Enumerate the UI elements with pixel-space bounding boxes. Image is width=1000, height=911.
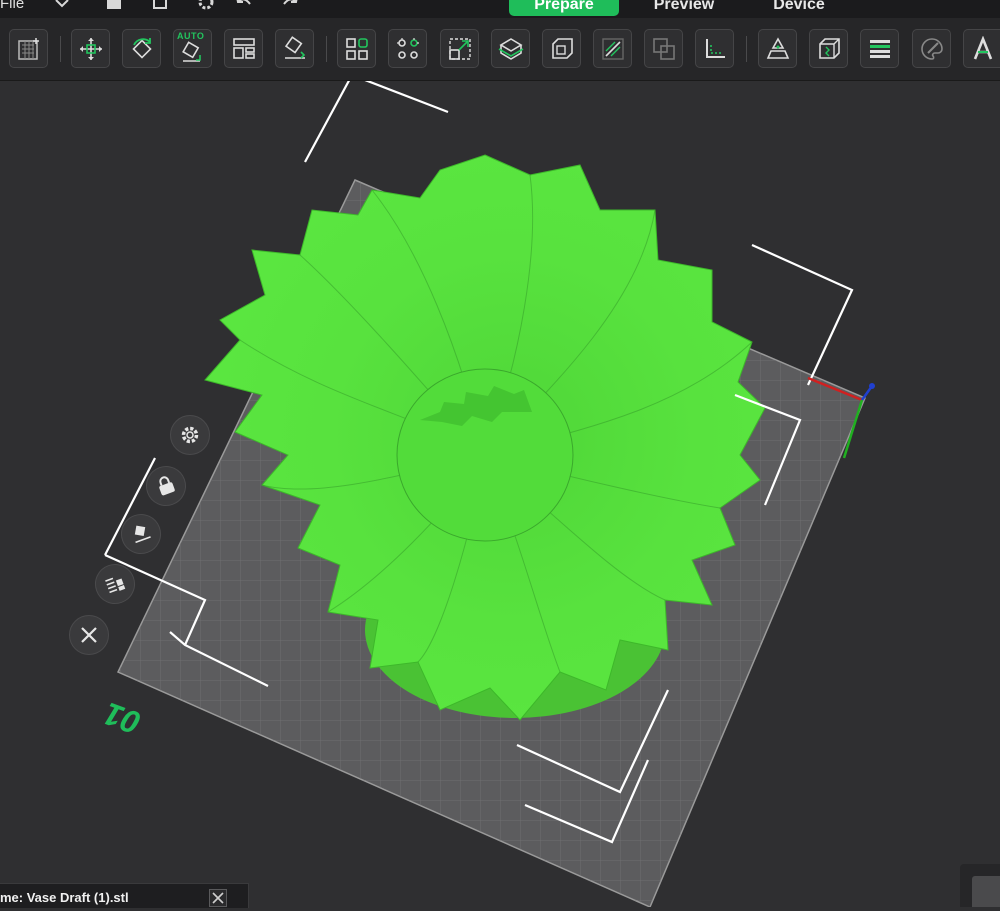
add-plate-button[interactable] xyxy=(9,29,48,68)
arrange-icon xyxy=(233,38,255,59)
close-icon xyxy=(81,627,97,643)
close-icon xyxy=(212,892,224,904)
object-settings-button[interactable] xyxy=(170,415,210,455)
undo-icon[interactable] xyxy=(234,0,254,14)
toolbar: AUTO xyxy=(0,18,1000,81)
variable-layer-icon xyxy=(870,40,890,58)
measure-button[interactable] xyxy=(695,29,734,68)
save-icon[interactable] xyxy=(104,0,124,14)
corner-panel[interactable] xyxy=(960,864,1000,907)
hollow-button[interactable] xyxy=(542,29,581,68)
boolean-button[interactable] xyxy=(644,29,683,68)
move-icon xyxy=(80,38,102,60)
settings-icon[interactable] xyxy=(196,0,216,14)
hollow-icon xyxy=(552,38,573,59)
text-icon xyxy=(973,36,993,60)
tab-preview[interactable]: Preview xyxy=(632,0,736,16)
rotate-icon xyxy=(132,38,152,59)
cut-button[interactable] xyxy=(491,29,530,68)
rotate-button[interactable] xyxy=(122,29,161,68)
auto-orient-button[interactable]: AUTO xyxy=(173,29,212,68)
scale-button[interactable] xyxy=(440,29,479,68)
variable-layer-button[interactable] xyxy=(860,29,899,68)
arrange-button[interactable] xyxy=(224,29,263,68)
emboss-button[interactable] xyxy=(809,29,848,68)
object-name-panel: me: Vase Draft (1).stl xyxy=(0,883,249,908)
new-file-icon[interactable] xyxy=(150,0,170,14)
plate-number: 01 xyxy=(99,695,145,741)
color-paint-icon xyxy=(921,38,943,60)
emboss-icon xyxy=(819,38,840,59)
corner-panel-handle[interactable] xyxy=(972,876,1000,907)
tab-prepare[interactable]: Prepare xyxy=(509,0,619,16)
lay-on-face-icon xyxy=(284,36,306,59)
support-paint-icon xyxy=(602,38,624,60)
lock-icon xyxy=(159,476,175,496)
add-plate-icon xyxy=(18,38,39,60)
measure-icon xyxy=(706,39,725,58)
layers-icon xyxy=(105,577,126,594)
object-name-label: me: Vase Draft (1).stl xyxy=(0,890,129,905)
delete-button[interactable] xyxy=(69,615,109,655)
split-parts-button[interactable] xyxy=(388,29,427,68)
toolbar-divider xyxy=(746,36,747,62)
lay-on-face-button[interactable] xyxy=(275,29,314,68)
toolbar-divider xyxy=(326,36,327,62)
scale-icon xyxy=(449,38,471,60)
text-button[interactable] xyxy=(963,29,1000,68)
close-panel-button[interactable] xyxy=(209,889,227,907)
seam-icon xyxy=(766,37,790,59)
3d-viewport[interactable]: 01 xyxy=(0,81,1000,907)
seam-button[interactable] xyxy=(758,29,797,68)
auto-orient-icon xyxy=(134,525,151,544)
split-objects-button[interactable] xyxy=(337,29,376,68)
move-button[interactable] xyxy=(71,29,110,68)
cut-icon xyxy=(498,38,524,60)
color-paint-button[interactable] xyxy=(912,29,951,68)
toolbar-divider xyxy=(60,36,61,62)
file-menu[interactable]: File xyxy=(0,0,24,12)
chevron-down-icon[interactable] xyxy=(52,0,72,14)
tab-device[interactable]: Device xyxy=(752,0,846,16)
redo-icon[interactable] xyxy=(280,0,300,14)
split-parts-icon xyxy=(397,38,419,59)
auto-orient-icon xyxy=(182,41,201,62)
boolean-icon xyxy=(653,38,675,60)
split-objects-icon xyxy=(346,38,368,60)
support-paint-button[interactable] xyxy=(593,29,632,68)
settings-icon xyxy=(181,426,199,444)
menu-bar: File Prepare Preview Device xyxy=(0,0,1000,18)
